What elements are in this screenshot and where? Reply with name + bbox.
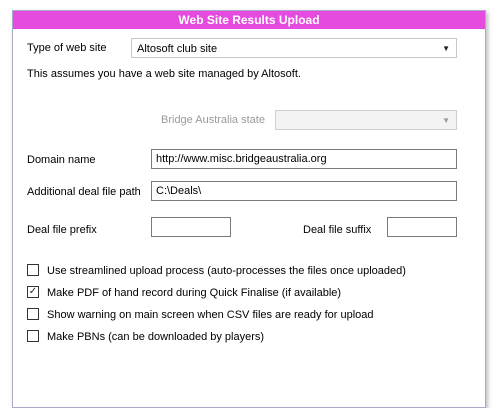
dialog-title: Web Site Results Upload bbox=[13, 11, 485, 29]
option-label: Use streamlined upload process (auto-pro… bbox=[47, 265, 406, 277]
site-note-text: This assumes you have a web site managed… bbox=[27, 68, 301, 80]
checkbox[interactable] bbox=[27, 264, 39, 276]
deal-prefix-label: Deal file prefix bbox=[27, 224, 97, 236]
deal-path-label: Additional deal file path bbox=[27, 186, 141, 198]
checkbox[interactable]: ✓ bbox=[27, 286, 39, 298]
checkbox[interactable] bbox=[27, 308, 39, 320]
option-label: Show warning on main screen when CSV fil… bbox=[47, 309, 374, 321]
state-label: Bridge Australia state bbox=[161, 114, 265, 126]
domain-input[interactable] bbox=[151, 149, 457, 169]
option-label: Make PBNs (can be downloaded by players) bbox=[47, 331, 265, 343]
deal-prefix-input[interactable] bbox=[151, 217, 231, 237]
state-select[interactable]: ▼ bbox=[275, 110, 457, 130]
type-of-site-select[interactable]: Altosoft club site ▼ bbox=[131, 38, 457, 58]
type-of-site-label: Type of web site bbox=[27, 42, 107, 54]
deal-suffix-label: Deal file suffix bbox=[303, 224, 372, 236]
chevron-down-icon: ▼ bbox=[442, 116, 450, 125]
domain-label: Domain name bbox=[27, 154, 96, 166]
checkbox[interactable] bbox=[27, 330, 39, 342]
upload-dialog: Web Site Results Upload Type of web site… bbox=[12, 10, 486, 408]
chevron-down-icon: ▼ bbox=[442, 44, 450, 53]
deal-path-input[interactable] bbox=[151, 181, 457, 201]
type-of-site-value: Altosoft club site bbox=[137, 43, 218, 55]
option-label: Make PDF of hand record during Quick Fin… bbox=[47, 287, 342, 299]
deal-suffix-input[interactable] bbox=[387, 217, 457, 237]
